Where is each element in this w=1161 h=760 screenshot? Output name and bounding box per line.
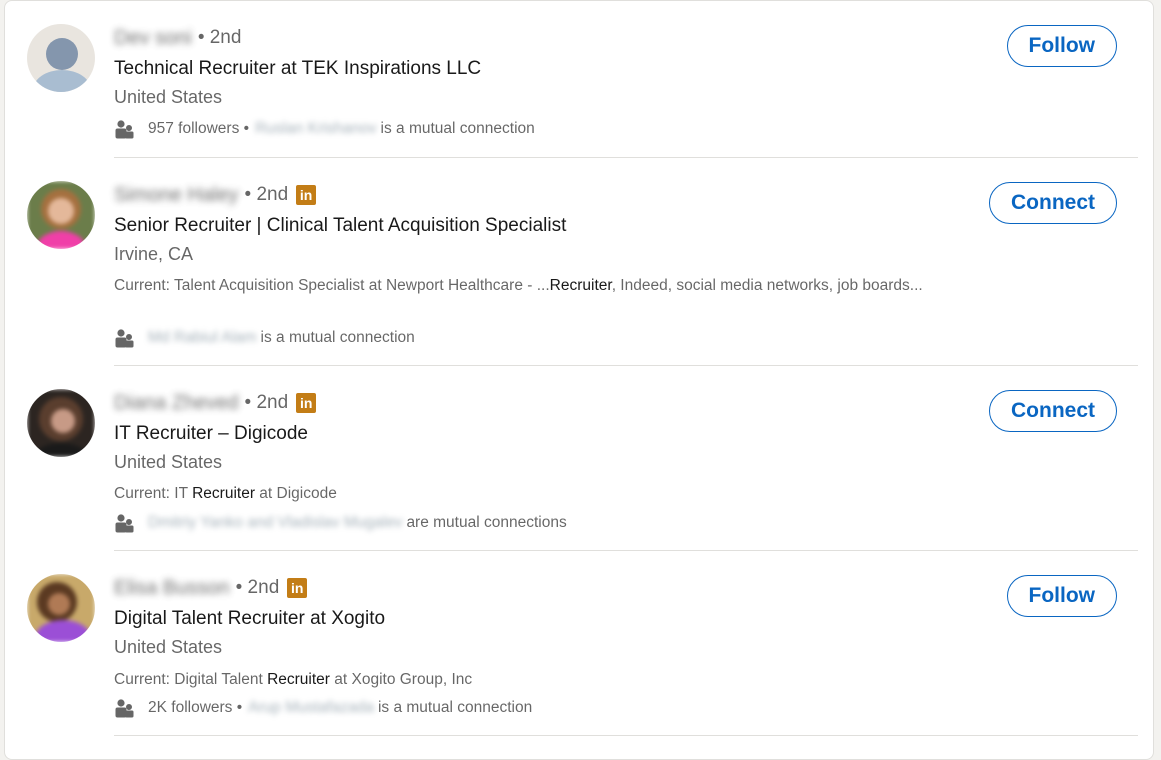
avatar[interactable] — [27, 24, 95, 92]
location: United States — [114, 452, 223, 472]
summary: Current: Digital Talent Recruiter at Xog… — [114, 671, 473, 688]
social-insight: 2K followers • Arup Mustafazada is a mut… — [114, 697, 532, 719]
mutual-connection-names[interactable]: Arup Mustafazada — [248, 699, 374, 717]
social-insight: 957 followers • Ruslan Krishanov is a mu… — [114, 118, 535, 140]
mutual-connection-text: is a mutual connection — [260, 329, 415, 346]
premium-badge-icon: in — [287, 578, 308, 598]
mutual-connection-names[interactable]: Ruslan Krishanov — [255, 120, 376, 138]
summary: Current: Talent Acquisition Specialist a… — [114, 277, 923, 294]
followers-count: 957 followers • — [148, 120, 250, 137]
mutual-connection-names[interactable]: Md Rabiul Alam — [148, 329, 257, 347]
connect-button[interactable]: Connect — [989, 390, 1117, 432]
person-name[interactable]: Elisa Busson — [114, 577, 230, 600]
premium-badge-icon: in — [296, 393, 317, 413]
connection-degree: • 2nd — [235, 577, 280, 598]
follow-button[interactable]: Follow — [1006, 575, 1117, 617]
followers-count: 2K followers • — [148, 699, 243, 716]
person-name[interactable]: Diana Zheved — [114, 392, 239, 415]
headline: Digital Talent Recruiter at Xogito — [114, 608, 386, 629]
mutual-connection-text: is a mutual connection — [377, 699, 533, 716]
people-icon — [115, 514, 134, 533]
location: United States — [114, 637, 223, 657]
connection-degree: • 2nd — [244, 184, 289, 205]
people-icon — [115, 120, 134, 139]
person-name[interactable]: Simone Haley — [114, 184, 239, 207]
connection-degree: • 2nd — [197, 27, 242, 48]
search-results-card: Dev soni • 2nd Technical Recruiter at TE… — [4, 0, 1154, 760]
location: United States — [114, 87, 223, 107]
people-icon — [115, 329, 134, 348]
social-insight: Dmitriy Yanko and Vladislav Mugalev are … — [114, 512, 567, 534]
people-icon — [115, 699, 134, 718]
premium-badge-icon: in — [296, 185, 317, 205]
person-name[interactable]: Dev soni — [114, 27, 192, 50]
summary: Current: IT Recruiter at Digicode — [114, 485, 337, 502]
headline: IT Recruiter – Digicode — [114, 423, 308, 444]
follow-button[interactable]: Follow — [1006, 25, 1117, 67]
connect-button[interactable]: Connect — [989, 182, 1117, 224]
divider — [114, 550, 1138, 551]
mutual-connection-names[interactable]: Dmitriy Yanko and Vladislav Mugalev — [148, 514, 402, 532]
mutual-connection-text: is a mutual connection — [380, 120, 535, 137]
social-insight: Md Rabiul Alam is a mutual connection — [114, 327, 415, 349]
avatar[interactable] — [27, 389, 95, 457]
avatar[interactable] — [27, 181, 95, 249]
location: Irvine, CA — [114, 244, 194, 264]
headline: Senior Recruiter | Clinical Talent Acqui… — [114, 215, 567, 236]
avatar[interactable] — [27, 574, 95, 642]
connection-degree: • 2nd — [244, 392, 289, 413]
headline: Technical Recruiter at TEK Inspirations … — [114, 58, 482, 79]
mutual-connection-text: are mutual connections — [406, 514, 567, 531]
divider — [114, 735, 1138, 736]
divider — [114, 365, 1138, 366]
divider — [114, 157, 1138, 158]
